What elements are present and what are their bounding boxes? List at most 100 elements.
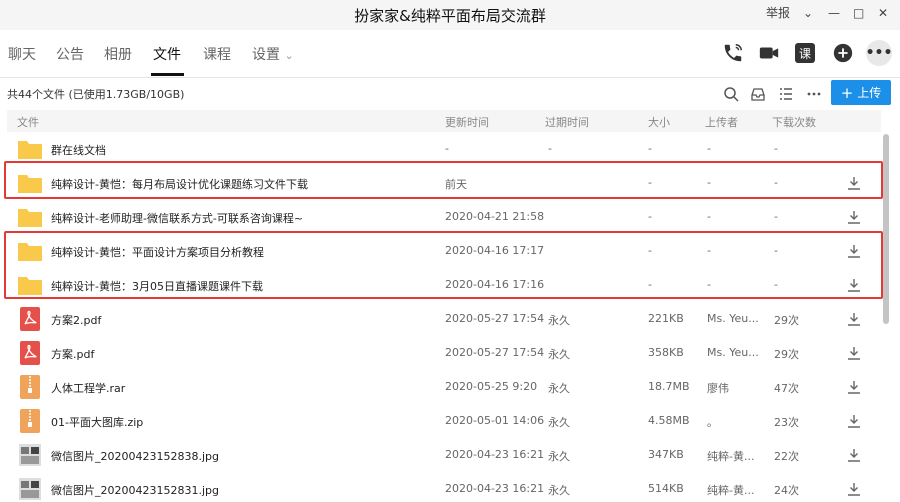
more-options-icon[interactable] bbox=[804, 84, 824, 104]
download-icon[interactable] bbox=[847, 345, 861, 360]
tab-settings[interactable]: 设置 ⌄ bbox=[252, 44, 294, 64]
list-view-icon[interactable] bbox=[776, 84, 796, 104]
row-size: 358KB bbox=[648, 346, 684, 359]
row-uploader: 。 bbox=[707, 416, 718, 429]
col-expires[interactable]: 过期时间 bbox=[545, 114, 589, 130]
row-expires: 永久 bbox=[548, 450, 570, 463]
course-icon[interactable]: 课 bbox=[793, 41, 817, 65]
download-icon[interactable] bbox=[847, 209, 861, 224]
tab-files[interactable]: 文件 bbox=[153, 44, 181, 64]
active-tab-underline bbox=[151, 73, 184, 76]
scrollbar[interactable] bbox=[883, 134, 889, 502]
download-icon[interactable] bbox=[847, 379, 861, 394]
row-downloads: 29次 bbox=[774, 348, 799, 361]
col-file[interactable]: 文件 bbox=[17, 114, 39, 130]
minimize-icon[interactable]: — bbox=[828, 4, 840, 22]
close-icon[interactable]: ✕ bbox=[878, 4, 888, 22]
maximize-icon[interactable]: □ bbox=[853, 4, 864, 22]
row-size: 221KB bbox=[648, 312, 684, 325]
row-downloads: 29次 bbox=[774, 314, 799, 327]
search-icon[interactable] bbox=[721, 84, 741, 104]
row-uploader: 纯粹-黄... bbox=[707, 484, 755, 497]
upload-button[interactable]: + 上传 bbox=[831, 80, 891, 105]
nav-tabs: 聊天 公告 相册 文件 课程 设置 ⌄ 课 ••• bbox=[0, 30, 900, 78]
file-name[interactable]: 微信图片_20200423152831.jpg bbox=[51, 482, 219, 498]
col-size[interactable]: 大小 bbox=[648, 114, 670, 130]
title-bar: 扮家家&纯粹平面布局交流群 举报 ⌄ — □ ✕ bbox=[0, 0, 900, 30]
folder-icon bbox=[17, 205, 43, 229]
add-icon[interactable] bbox=[831, 41, 855, 65]
row-updated: 2020-04-21 21:58 bbox=[445, 210, 545, 223]
file-row[interactable]: 微信图片_20200423152838.jpg 2020-04-23 16:21 永… bbox=[7, 438, 881, 472]
video-call-icon[interactable] bbox=[757, 41, 781, 65]
file-name[interactable]: 人体工程学.rar bbox=[51, 380, 125, 396]
row-downloads: 24次 bbox=[774, 484, 799, 497]
file-name[interactable]: 微信图片_20200423152838.jpg bbox=[51, 448, 219, 464]
row-downloads: 47次 bbox=[774, 382, 799, 395]
download-icon[interactable] bbox=[847, 447, 861, 462]
download-icon[interactable] bbox=[847, 311, 861, 326]
col-downloads[interactable]: 下载次数 bbox=[772, 114, 816, 130]
row-uploader: Ms. Yeu... bbox=[707, 312, 759, 325]
col-uploader[interactable]: 上传者 bbox=[705, 114, 738, 130]
dropdown-icon[interactable]: ⌄ bbox=[803, 4, 813, 22]
scrollbar-thumb[interactable] bbox=[883, 134, 889, 324]
file-row[interactable]: 微信图片_20200423152831.jpg 2020-04-23 16:21 永… bbox=[7, 472, 881, 502]
row-expires: 永久 bbox=[548, 484, 570, 497]
course-icon-label: 课 bbox=[795, 43, 815, 63]
file-row[interactable]: 01-平面大图库.zip 2020-05-01 14:06 永久 4.58MB 。 23次 bbox=[7, 404, 881, 438]
phone-icon[interactable] bbox=[721, 41, 745, 65]
file-row[interactable]: 方案2.pdf 2020-05-27 17:54 永久 221KB Ms. Yeu...… bbox=[7, 302, 881, 336]
tab-announcement[interactable]: 公告 bbox=[56, 44, 84, 64]
file-name[interactable]: 群在线文档 bbox=[51, 142, 106, 158]
tab-album[interactable]: 相册 bbox=[104, 44, 132, 64]
plus-icon: + bbox=[840, 83, 854, 102]
inbox-icon[interactable] bbox=[748, 84, 768, 104]
row-updated: 2020-05-01 14:06 bbox=[445, 414, 545, 427]
upload-label: 上传 bbox=[857, 86, 882, 100]
row-downloads: 22次 bbox=[774, 450, 799, 463]
row-expires: 永久 bbox=[548, 348, 570, 361]
row-updated: 2020-04-23 16:21 bbox=[445, 482, 545, 495]
file-row[interactable]: 人体工程学.rar 2020-05-25 9:20 永久 18.7MB 廖伟 47次 bbox=[7, 370, 881, 404]
download-icon[interactable] bbox=[847, 413, 861, 428]
row-updated: 2020-05-27 17:54 bbox=[445, 346, 545, 359]
file-row[interactable]: 方案.pdf 2020-05-27 17:54 永久 358KB Ms. Yeu... 2… bbox=[7, 336, 881, 370]
row-updated: - bbox=[445, 142, 449, 155]
tab-courses[interactable]: 课程 bbox=[203, 44, 231, 64]
row-expires: 永久 bbox=[548, 314, 570, 327]
file-name[interactable]: 方案.pdf bbox=[51, 346, 94, 362]
folder-icon bbox=[17, 137, 43, 161]
file-name[interactable]: 01-平面大图库.zip bbox=[51, 414, 143, 430]
row-uploader: 廖伟 bbox=[707, 382, 729, 395]
row-size: - bbox=[648, 142, 652, 155]
row-size: - bbox=[648, 210, 652, 223]
row-downloads: - bbox=[774, 210, 778, 223]
more-button[interactable]: ••• bbox=[866, 40, 892, 66]
pdf-icon bbox=[17, 341, 43, 365]
row-size: 18.7MB bbox=[648, 380, 690, 393]
row-uploader: Ms. Yeu... bbox=[707, 346, 759, 359]
image-icon bbox=[17, 477, 43, 501]
row-updated: 2020-05-25 9:20 bbox=[445, 380, 538, 393]
file-row[interactable]: 纯粹设计-老师助理-微信联系方式-可联系咨询课程~ 2020-04-21 21:5… bbox=[7, 200, 881, 234]
col-updated[interactable]: 更新时间 bbox=[445, 114, 489, 130]
pdf-icon bbox=[17, 307, 43, 331]
download-icon[interactable] bbox=[847, 481, 861, 496]
row-uploader: - bbox=[707, 210, 711, 223]
tab-chat[interactable]: 聊天 bbox=[8, 44, 36, 64]
row-expires: 永久 bbox=[548, 416, 570, 429]
highlight-box bbox=[4, 161, 883, 199]
row-size: 347KB bbox=[648, 448, 684, 461]
highlight-box bbox=[4, 231, 883, 299]
file-name[interactable]: 纯粹设计-老师助理-微信联系方式-可联系咨询课程~ bbox=[51, 210, 303, 226]
row-size: 514KB bbox=[648, 482, 684, 495]
window-title: 扮家家&纯粹平面布局交流群 bbox=[354, 7, 546, 25]
row-expires: - bbox=[548, 142, 552, 155]
file-name[interactable]: 方案2.pdf bbox=[51, 312, 101, 328]
image-icon bbox=[17, 443, 43, 467]
row-size: 4.58MB bbox=[648, 414, 690, 427]
report-link[interactable]: 举报 bbox=[766, 4, 790, 22]
row-updated: 2020-04-23 16:21 bbox=[445, 448, 545, 461]
archive-icon bbox=[17, 375, 43, 399]
